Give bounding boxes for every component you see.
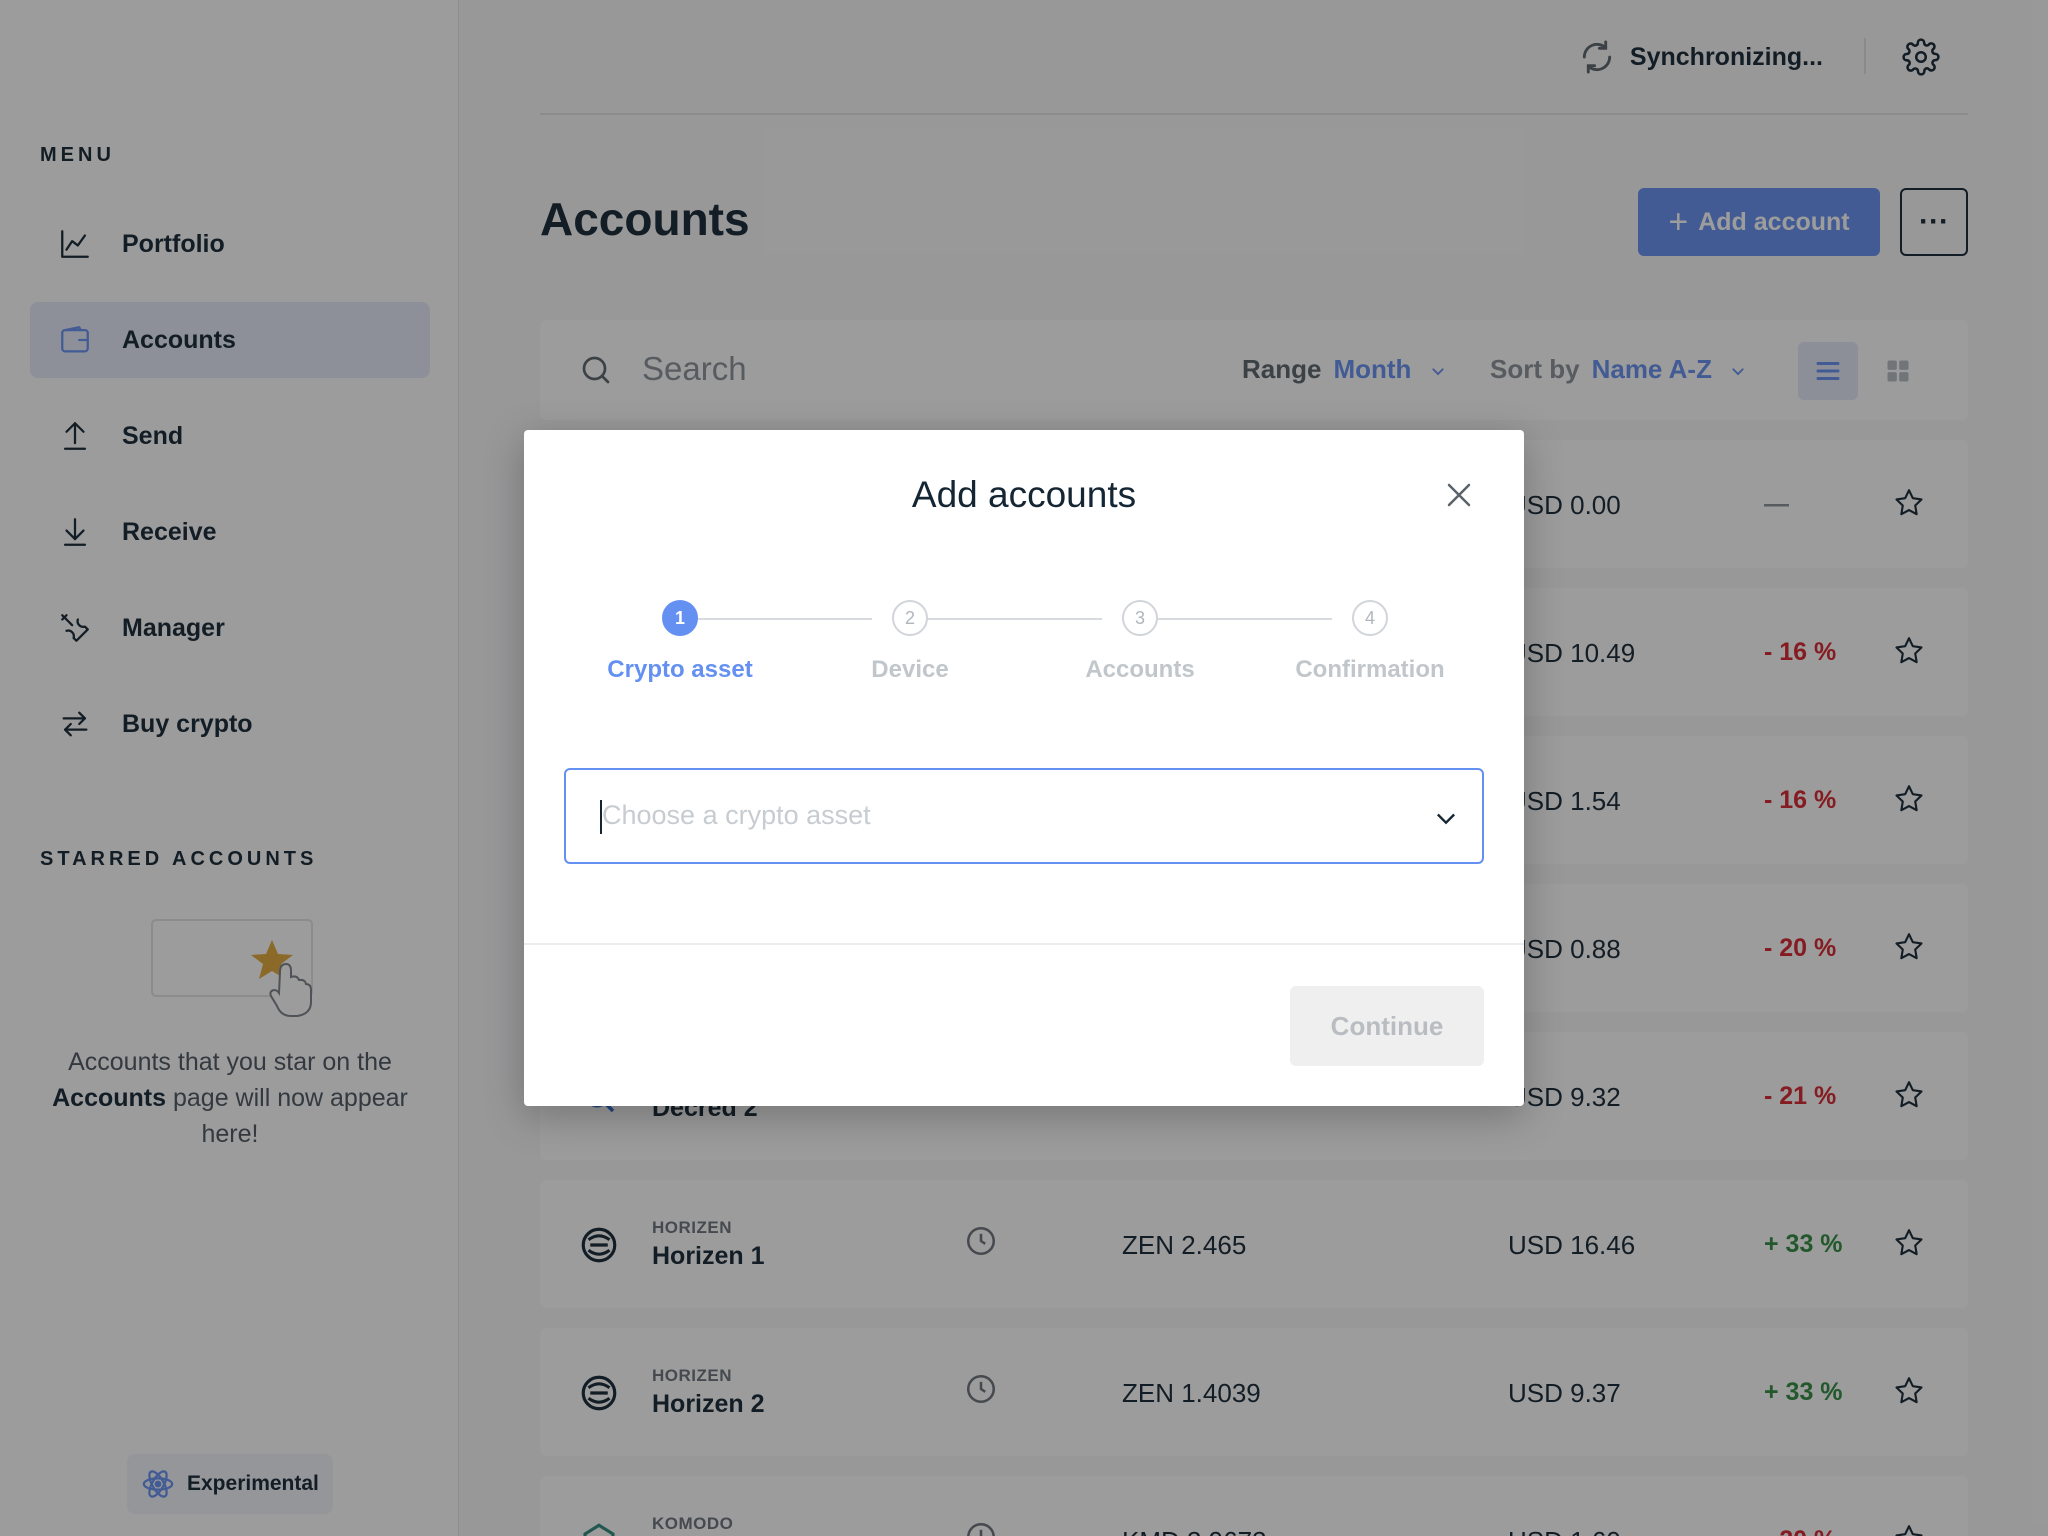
step-1-label: Crypto asset: [607, 656, 753, 683]
step-1-indicator: 1: [662, 600, 698, 636]
step-connector: [910, 618, 1102, 620]
step-connector: [680, 618, 872, 620]
continue-button[interactable]: Continue: [1290, 986, 1484, 1066]
step-3-indicator: 3: [1122, 600, 1158, 636]
step-4-indicator: 4: [1352, 600, 1388, 636]
crypto-asset-select[interactable]: Choose a crypto asset: [564, 768, 1484, 864]
step-4-label: Confirmation: [1295, 656, 1445, 683]
step-3-label: Accounts: [1085, 656, 1195, 683]
step-2-indicator: 2: [892, 600, 928, 636]
chevron-down-icon[interactable]: [1432, 804, 1460, 832]
stepper: 1 2 3 4 Crypto asset Device Accounts Con…: [524, 598, 1524, 683]
step-connector: [1140, 618, 1332, 620]
step-2-label: Device: [871, 656, 949, 683]
add-accounts-modal: Add accounts 1 2 3 4 Crypto asset Device…: [524, 430, 1524, 1106]
close-icon[interactable]: [1444, 480, 1474, 510]
modal-title: Add accounts: [911, 474, 1137, 515]
modal-footer-divider: [524, 943, 1524, 945]
select-placeholder: Choose a crypto asset: [602, 800, 871, 830]
